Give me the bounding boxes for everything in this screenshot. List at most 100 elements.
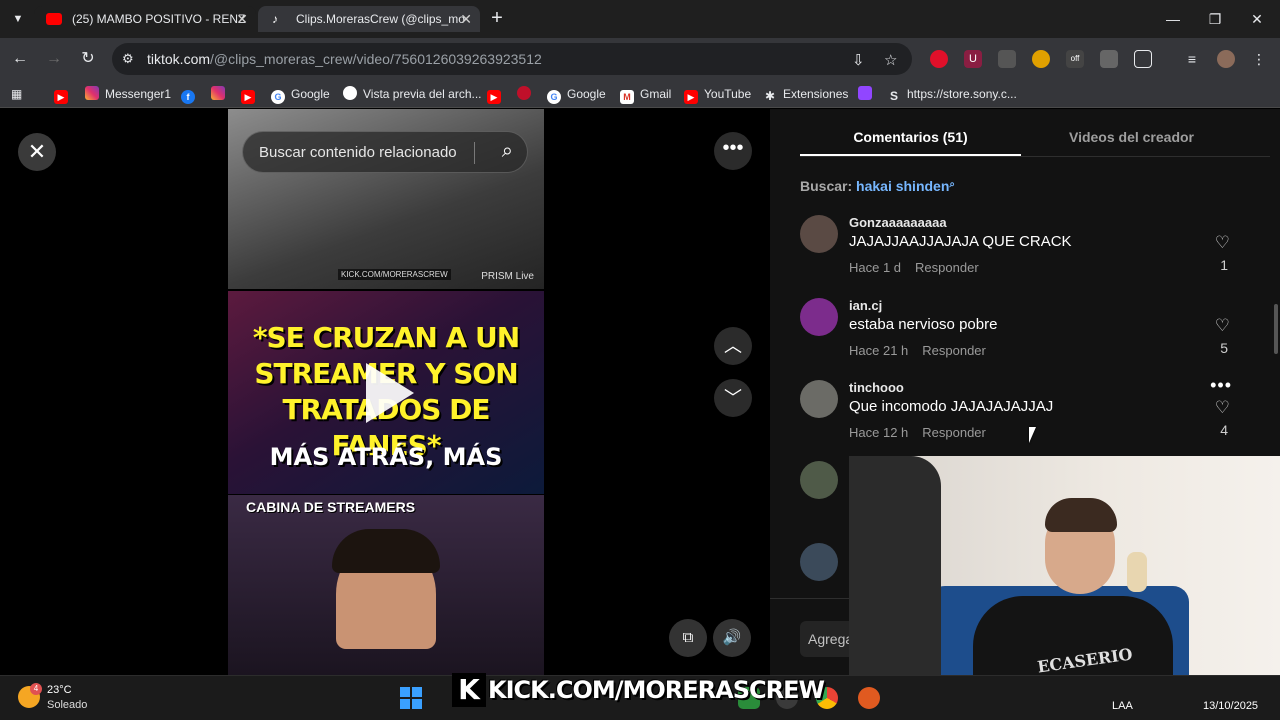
related-search-input[interactable]: Buscar contenido relacionado ⌕ xyxy=(242,131,528,173)
site-info-icon[interactable]: ⚙ xyxy=(122,51,134,67)
close-video-button[interactable]: ✕ xyxy=(18,133,56,171)
more-options-icon[interactable]: ••• xyxy=(1210,375,1232,396)
comment-time: Hace 21 h xyxy=(849,343,909,358)
bookmark-google[interactable]: G Google xyxy=(271,85,330,104)
mouse-cursor xyxy=(1029,427,1036,443)
screen: ▼ (25) MAMBO POSITIVO - RENZ ✕ ♪ Clips.M… xyxy=(0,0,1280,720)
youtube-icon: ▶ xyxy=(54,90,68,104)
bookmark-youtube[interactable]: ▶ xyxy=(54,85,74,104)
comment-username[interactable]: ian.cj xyxy=(849,298,882,313)
search-suggestion[interactable]: Buscar: hakai shinden⌕ xyxy=(800,178,955,194)
apps-icon[interactable]: ▦ xyxy=(11,85,22,103)
url-text[interactable]: tiktok.com/@clips_moreras_crew/video/756… xyxy=(147,51,542,67)
extension-icon[interactable]: off xyxy=(1066,50,1084,68)
comment-item: Gonzaaaaaaaaa JAJAJJAAJJAJAJA QUE CRACK … xyxy=(800,215,1240,285)
bookmark-extensiones[interactable]: ✱ Extensiones xyxy=(763,85,848,103)
bookmark-shield[interactable] xyxy=(517,85,537,103)
language-indicator[interactable]: LAA xyxy=(1112,700,1133,712)
tab-tiktok[interactable]: ♪ Clips.MorerasCrew (@clips_mo ✕ xyxy=(258,6,480,32)
reply-button[interactable]: Responder xyxy=(922,425,986,440)
extension-icon[interactable] xyxy=(1032,50,1050,68)
search-icon: ⌕ xyxy=(949,179,955,190)
frame-caption: CABINA DE STREAMERS xyxy=(246,499,416,515)
maximize-button[interactable]: ❐ xyxy=(1194,0,1236,38)
heart-icon[interactable]: ♡ xyxy=(1215,233,1230,253)
avatar[interactable] xyxy=(800,298,838,336)
bookmark-messenger1[interactable]: Messenger1 xyxy=(85,85,171,103)
person-left xyxy=(849,456,941,698)
profile-avatar[interactable] xyxy=(1217,50,1235,68)
puzzle-icon: ✱ xyxy=(764,89,776,103)
stream-url-text: KICK.COM/MORERASCREW xyxy=(488,676,825,704)
menu-icon[interactable]: ⋮ xyxy=(1250,50,1268,68)
avatar[interactable] xyxy=(800,215,838,253)
close-window-button[interactable]: ✕ xyxy=(1236,0,1278,38)
heart-icon[interactable]: ♡ xyxy=(1215,398,1230,418)
tab-creator-videos[interactable]: Videos del creador xyxy=(1021,129,1242,145)
youtube-icon: ▶ xyxy=(487,90,501,104)
avatar[interactable] xyxy=(800,543,838,581)
bookmark-gmail[interactable]: M Gmail xyxy=(620,85,671,104)
bookmark-vista-previa[interactable]: Vista previa del arch... xyxy=(343,85,482,103)
github-icon xyxy=(343,86,357,100)
more-options-button[interactable]: ••• xyxy=(714,132,752,170)
reload-icon[interactable]: ↻ xyxy=(76,47,100,71)
bookmark-google[interactable]: G Google xyxy=(547,85,606,104)
tab-comments[interactable]: Comentarios (51) xyxy=(800,129,1021,145)
weather-condition[interactable]: Soleado xyxy=(47,699,87,711)
facebook-icon: f xyxy=(181,90,195,104)
streamer-hair xyxy=(332,529,440,573)
app-icon[interactable] xyxy=(858,687,880,709)
divider xyxy=(800,156,1270,157)
media-control-icon[interactable]: ≡ xyxy=(1183,50,1201,68)
bookmark-sony-store[interactable]: Shttps://store.sony.c... xyxy=(887,85,1017,103)
ublock-icon[interactable]: U xyxy=(964,50,982,68)
gmail-icon: M xyxy=(620,90,634,104)
extension-icon[interactable] xyxy=(998,50,1016,68)
play-icon[interactable] xyxy=(366,363,414,423)
bookmark-youtube[interactable]: ▶ xyxy=(487,85,507,104)
comment-item: tinchooo Que incomodo JAJAJAJAJJAJ Hace … xyxy=(800,375,1240,450)
avatar[interactable] xyxy=(800,461,838,499)
address-bar[interactable]: ⚙ tiktok.com/@clips_moreras_crew/video/7… xyxy=(112,43,912,75)
extension-icon[interactable] xyxy=(930,50,948,68)
avatar[interactable] xyxy=(800,380,838,418)
comments-scrollbar[interactable] xyxy=(1274,304,1278,354)
tab-title: (25) MAMBO POSITIVO - RENZ xyxy=(72,12,246,26)
bookmark-twitch[interactable] xyxy=(858,85,878,103)
weather-badge: 4 xyxy=(30,683,42,695)
weather-temperature[interactable]: 23°C xyxy=(47,684,72,696)
previous-video-button[interactable]: ︿ xyxy=(714,327,752,365)
extension-icon[interactable] xyxy=(1100,50,1118,68)
next-video-button[interactable]: ﹀ xyxy=(714,379,752,417)
bookmark-facebook[interactable]: f xyxy=(181,85,201,104)
comment-username[interactable]: Gonzaaaaaaaaa xyxy=(849,215,947,230)
search-icon[interactable]: ⌕ xyxy=(502,140,513,163)
video-player[interactable]: KICK.COM/MORERASCREW PRISM Live *SE CRUZ… xyxy=(228,109,544,675)
forward-icon[interactable]: → xyxy=(42,47,66,71)
close-icon[interactable]: ✕ xyxy=(236,6,248,32)
bookmark-instagram[interactable] xyxy=(211,85,231,103)
picture-in-picture-icon[interactable]: ⧉ xyxy=(669,619,707,657)
heart-icon[interactable]: ♡ xyxy=(1215,316,1230,336)
youtube-icon: ▶ xyxy=(684,90,698,104)
extensions-puzzle-icon[interactable] xyxy=(1134,50,1152,68)
reply-button[interactable]: Responder xyxy=(915,260,979,275)
tab-search-icon[interactable]: ▼ xyxy=(8,9,28,29)
start-windows-icon[interactable] xyxy=(400,687,422,709)
reply-button[interactable]: Responder xyxy=(922,343,986,358)
install-app-icon[interactable]: ⇩ xyxy=(852,51,865,69)
tab-youtube[interactable]: (25) MAMBO POSITIVO - RENZ ✕ xyxy=(34,6,256,32)
bookmark-youtube-label[interactable]: ▶ YouTube xyxy=(684,85,751,104)
google-icon: G xyxy=(547,90,561,104)
volume-icon[interactable]: 🔊 xyxy=(713,619,751,657)
bookmark-star-icon[interactable]: ☆ xyxy=(884,51,897,69)
new-tab-button[interactable]: + xyxy=(486,8,508,30)
minimize-button[interactable]: — xyxy=(1152,0,1194,38)
search-term-link[interactable]: hakai shinden xyxy=(856,178,949,194)
bookmark-youtube[interactable]: ▶ xyxy=(241,85,261,104)
comment-username[interactable]: tinchooo xyxy=(849,380,904,395)
close-icon[interactable]: ✕ xyxy=(460,6,472,32)
back-icon[interactable]: ← xyxy=(8,47,32,71)
clock-date[interactable]: 13/10/2025 xyxy=(1203,700,1258,712)
